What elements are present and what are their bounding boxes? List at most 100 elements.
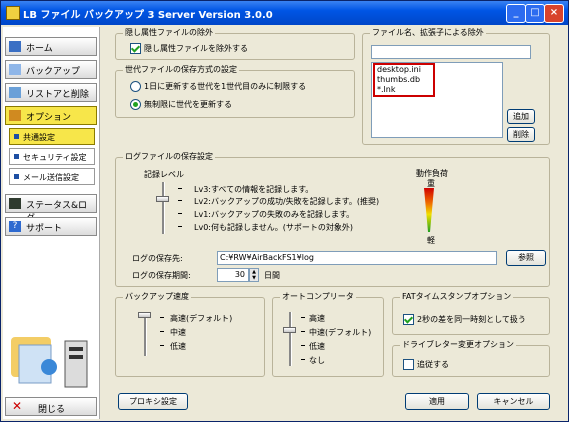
- tick: [301, 359, 305, 360]
- bullet-icon: [14, 154, 19, 159]
- log-period-input[interactable]: 30: [217, 268, 249, 282]
- sidebar: ホーム バックアップ リストアと削除 オプション 共通設定 セキュリティ設定 メ…: [3, 27, 100, 419]
- nav-restore-label: リストアと削除: [26, 90, 89, 100]
- speed-option: 高速(デフォルト): [170, 314, 233, 323]
- add-button[interactable]: 追加: [507, 109, 535, 124]
- generation-limit-label: 1日に更新する世代を1世代目のみに制限する: [144, 82, 307, 91]
- restore-icon: [9, 87, 21, 98]
- drive-letter-checkbox[interactable]: [403, 359, 414, 370]
- nav-backup[interactable]: バックアップ: [5, 60, 97, 79]
- compare-option: 低速: [309, 342, 325, 351]
- group-title: バックアップ速度: [123, 291, 191, 302]
- exit-button[interactable]: ✕ 閉じる: [5, 397, 97, 416]
- compare-option: なし: [309, 356, 325, 365]
- fat-checkbox[interactable]: [403, 314, 414, 325]
- compare-track: [289, 312, 292, 366]
- group-title: ログファイルの保存設定: [123, 151, 215, 162]
- subnav-security-settings[interactable]: セキュリティ設定: [9, 148, 95, 165]
- minimize-button[interactable]: _: [506, 4, 526, 23]
- level-desc: Lv1:バックアップの失敗のみを記録します。: [194, 210, 355, 219]
- highlight-box: [373, 63, 435, 97]
- hidden-attr-checkbox[interactable]: [130, 43, 141, 54]
- compare-option: 高速: [309, 314, 325, 323]
- nav-restore[interactable]: リストアと削除: [5, 83, 97, 102]
- group-title: 隠し属性ファイルの除外: [123, 27, 215, 38]
- load-light-label: 軽: [427, 236, 435, 245]
- maximize-button[interactable]: □: [525, 4, 545, 23]
- generation-unlimited-radio[interactable]: [130, 99, 141, 110]
- auto-compare-group: オートコンプリータ 高速 中速(デフォルト) 低速 なし: [272, 291, 384, 377]
- tick: [301, 331, 305, 332]
- tick: [178, 226, 182, 227]
- nav-options[interactable]: オプション: [5, 106, 97, 125]
- load-heavy-label: 重: [427, 179, 435, 188]
- subnav-label: メール送信設定: [23, 173, 79, 182]
- drive-letter-group: ドライブレター変更オプション 追従する: [392, 339, 550, 377]
- backup-speed-group: バックアップ速度 高速(デフォルト) 中速 低速: [115, 291, 265, 377]
- browse-button[interactable]: 参照: [506, 250, 546, 266]
- nav-options-label: オプション: [26, 113, 72, 123]
- close-window-button[interactable]: ×: [544, 4, 564, 23]
- group-title: 世代ファイルの保存方式の設定: [123, 64, 239, 75]
- log-level-slider[interactable]: [156, 196, 169, 202]
- speed-track: [144, 312, 147, 356]
- delete-button[interactable]: 削除: [507, 127, 535, 142]
- nav-support-label: サポート: [26, 224, 63, 234]
- log-path-input[interactable]: C:¥RW¥AirBackFS1¥log: [217, 251, 497, 265]
- hidden-attr-group: 隠し属性ファイルの除外 隠し属性ファイルを除外する: [115, 27, 355, 60]
- level-desc: Lv3:すべての情報を記録します。: [194, 185, 314, 194]
- nav-home[interactable]: ホーム: [5, 37, 97, 56]
- tick: [178, 188, 182, 189]
- compare-slider[interactable]: [283, 327, 296, 333]
- apply-button[interactable]: 適用: [405, 393, 469, 410]
- subnav-label: セキュリティ設定: [23, 153, 87, 162]
- backup-illustration: [11, 337, 88, 388]
- home-icon: [9, 41, 21, 52]
- tick: [160, 345, 164, 346]
- load-gauge: [424, 188, 434, 232]
- subnav-mail-settings[interactable]: メール送信設定: [9, 168, 95, 185]
- log-level-track: [162, 182, 165, 234]
- speed-option: 中速: [170, 328, 186, 337]
- nav-status-log[interactable]: ステータス&ログ: [5, 194, 97, 224]
- main-panel: 隠し属性ファイルの除外 隠し属性ファイルを除外する 世代ファイルの保存方式の設定…: [102, 27, 568, 419]
- nav-home-label: ホーム: [26, 44, 53, 54]
- speed-option: 低速: [170, 342, 186, 351]
- fat-group: FATタイムスタンプオプション 2秒の差を同一時刻として扱う: [392, 291, 550, 335]
- exclusion-list[interactable]: desktop.ini thumbs.db *.lnk: [371, 62, 503, 138]
- hidden-attr-label: 隠し属性ファイルを除外する: [144, 44, 248, 53]
- fat-label: 2秒の差を同一時刻として扱う: [417, 315, 526, 324]
- log-period-label: ログの保存期間:: [132, 271, 191, 280]
- app-window: LB ファイル バックアップ 3 Server Version 3.0.0 _ …: [0, 0, 569, 422]
- generation-limit-radio[interactable]: [130, 81, 141, 92]
- close-icon: ✕: [12, 399, 23, 413]
- subnav-label: 共通設定: [23, 133, 55, 142]
- generation-group: 世代ファイルの保存方式の設定 1日に更新する世代を1世代目のみに制限する 無制限…: [115, 64, 355, 118]
- tick: [160, 331, 164, 332]
- cancel-button[interactable]: キャンセル: [477, 393, 550, 410]
- nav-support[interactable]: ? サポート: [5, 217, 97, 236]
- tick: [178, 213, 182, 214]
- log-path-label: ログの保存先:: [132, 254, 183, 263]
- subnav-common-settings[interactable]: 共通設定: [9, 128, 95, 145]
- tick: [301, 317, 305, 318]
- group-title: ファイル名、拡張子による除外: [370, 27, 486, 38]
- nav-backup-label: バックアップ: [26, 67, 81, 77]
- exclusion-input[interactable]: [371, 45, 531, 59]
- bullet-icon: [14, 174, 19, 179]
- compare-option: 中速(デフォルト): [309, 328, 372, 337]
- speed-slider[interactable]: [138, 312, 151, 318]
- proxy-settings-button[interactable]: プロキシ設定: [118, 393, 188, 410]
- title-bar[interactable]: LB ファイル バックアップ 3 Server Version 3.0.0 _ …: [1, 1, 568, 25]
- group-title: ドライブレター変更オプション: [400, 339, 516, 350]
- level-label: 記録レベル: [144, 170, 184, 179]
- period-unit: 日間: [264, 271, 280, 280]
- status-icon: [9, 198, 21, 209]
- help-icon: ?: [9, 221, 21, 232]
- group-title: FATタイムスタンプオプション: [400, 291, 514, 302]
- group-title: オートコンプリータ: [280, 291, 356, 302]
- exit-label: 閉じる: [38, 405, 66, 415]
- drive-letter-label: 追従する: [417, 360, 449, 369]
- period-spinner[interactable]: ▲ ▼: [249, 268, 259, 282]
- log-group: ログファイルの保存設定 記録レベル Lv3:すべての情報を記録します。 Lv2:…: [115, 151, 550, 287]
